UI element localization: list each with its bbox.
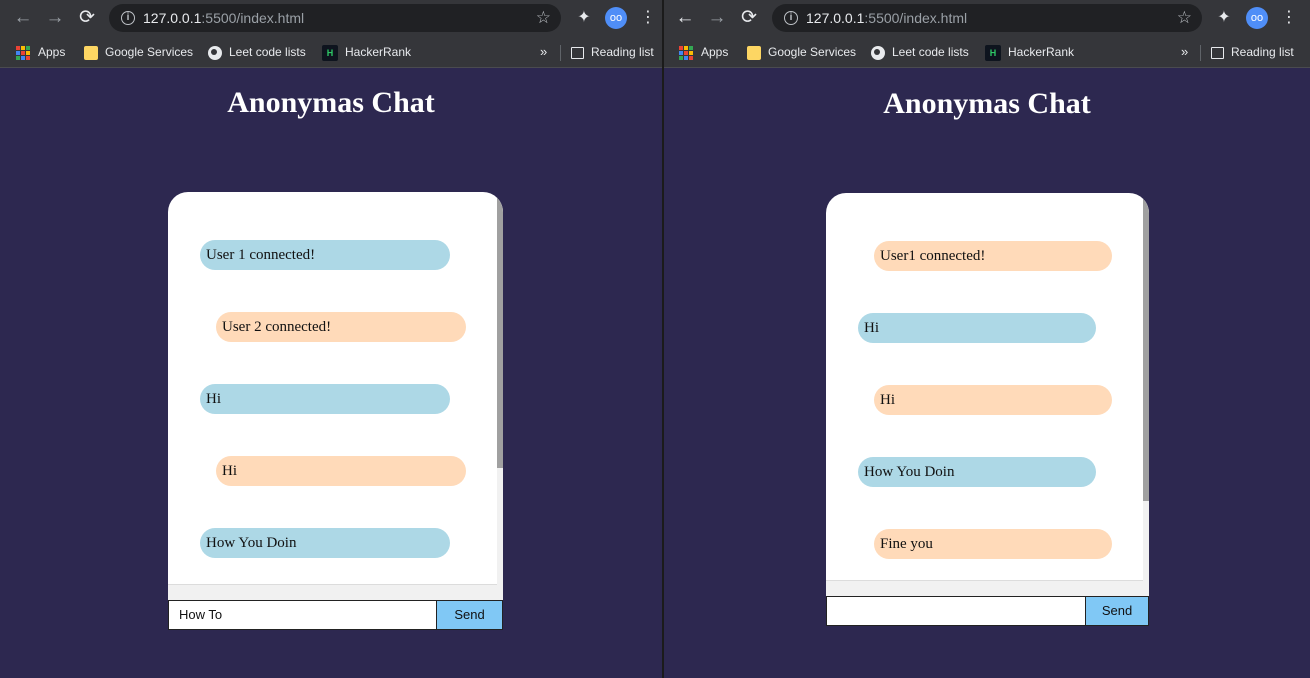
forward-icon[interactable]: → <box>706 7 728 29</box>
bookmark-star-icon[interactable]: ☆ <box>1177 4 1192 32</box>
bookmark-apps-label: Apps <box>38 45 66 59</box>
bookmark-google-services-label: Google Services <box>768 45 857 59</box>
folder-icon <box>84 45 98 60</box>
browser-toolbar: ← → ⟳ i 127.0.0.1:5500/index.html ☆ ✦ oo… <box>0 0 662 36</box>
apps-grid-icon <box>679 45 693 60</box>
browser-toolbar: ← → ⟳ i 127.0.0.1:5500/index.html ☆ ✦ oo… <box>664 0 1310 36</box>
chat-message: Fine you <box>874 529 1112 559</box>
menu-icon[interactable]: ⋮ <box>1277 6 1301 30</box>
extensions-icon[interactable]: ✦ <box>572 6 596 30</box>
bookmark-hackerrank[interactable]: H HackerRank <box>985 42 1074 62</box>
chat-message: How You Doin <box>200 528 450 558</box>
reading-list-icon <box>571 46 584 59</box>
browser-window-left: ← → ⟳ i 127.0.0.1:5500/index.html ☆ ✦ oo… <box>0 0 662 678</box>
apps-grid-icon <box>16 45 30 60</box>
message-input[interactable] <box>826 596 1086 626</box>
folder-icon <box>747 45 761 60</box>
message-input[interactable]: How To <box>168 600 437 630</box>
bookmark-hackerrank-label: HackerRank <box>345 45 412 59</box>
reading-list[interactable]: Reading list <box>571 42 654 62</box>
url-text: 127.0.0.1:5500/index.html <box>806 4 967 32</box>
url-host: 127.0.0.1 <box>143 10 202 26</box>
bookmark-leet-code-label: Leet code lists <box>892 45 969 59</box>
reload-icon[interactable]: ⟳ <box>738 7 760 29</box>
bookmark-apps-label: Apps <box>701 45 729 59</box>
chat-message: Hi <box>216 456 466 486</box>
bookmarks-overflow-icon[interactable]: » <box>540 42 547 62</box>
browser-window-right: ← → ⟳ i 127.0.0.1:5500/index.html ☆ ✦ oo… <box>664 0 1310 678</box>
chat-message: How You Doin <box>858 457 1096 487</box>
chat-message: User 2 connected! <box>216 312 466 342</box>
bookmark-google-services-label: Google Services <box>105 45 194 59</box>
forward-icon[interactable]: → <box>44 7 66 29</box>
address-bar[interactable]: i 127.0.0.1:5500/index.html ☆ <box>109 4 561 32</box>
back-icon[interactable]: ← <box>12 7 34 29</box>
extensions-icon[interactable]: ✦ <box>1212 6 1236 30</box>
reload-icon[interactable]: ⟳ <box>76 7 98 29</box>
back-icon[interactable]: ← <box>674 7 696 29</box>
horizontal-scrollbar[interactable] <box>168 584 497 601</box>
chat-message: Hi <box>200 384 450 414</box>
bookmarks-bar: Apps Google Services Leet code lists H Ha… <box>0 36 662 68</box>
url-text: 127.0.0.1:5500/index.html <box>143 4 304 32</box>
globe-icon <box>208 45 222 60</box>
chat-window[interactable]: User 1 connected! User 2 connected! Hi H… <box>168 192 503 601</box>
bookmark-hackerrank[interactable]: H HackerRank <box>322 42 411 62</box>
bookmark-apps[interactable]: Apps <box>16 42 65 62</box>
page-title: Anonymas Chat <box>227 86 435 119</box>
hackerrank-icon: H <box>322 44 338 61</box>
bookmark-leet-code[interactable]: Leet code lists <box>871 42 969 62</box>
chat-message: User1 connected! <box>874 241 1112 271</box>
chat-message: Hi <box>858 313 1096 343</box>
scrollbar-thumb[interactable] <box>497 192 503 468</box>
url-host: 127.0.0.1 <box>806 10 865 26</box>
bookmark-google-services[interactable]: Google Services <box>747 42 856 62</box>
bookmarks-separator <box>1200 45 1201 61</box>
bookmarks-overflow-icon[interactable]: » <box>1181 42 1188 62</box>
profile-avatar[interactable]: oo <box>605 7 627 29</box>
url-path: :5500/index.html <box>201 10 305 26</box>
address-bar[interactable]: i 127.0.0.1:5500/index.html ☆ <box>772 4 1202 32</box>
bookmark-google-services[interactable]: Google Services <box>84 42 193 62</box>
bookmarks-separator <box>560 45 561 61</box>
hackerrank-icon: H <box>985 44 1001 61</box>
horizontal-scrollbar[interactable] <box>826 580 1143 597</box>
scrollbar-thumb[interactable] <box>1143 193 1149 501</box>
reading-list-label: Reading list <box>591 45 654 59</box>
send-button[interactable]: Send <box>1085 596 1149 626</box>
bookmarks-bar: Apps Google Services Leet code lists H Ha… <box>664 36 1310 68</box>
globe-icon <box>871 45 885 60</box>
reading-list-icon <box>1211 46 1224 59</box>
bookmark-star-icon[interactable]: ☆ <box>536 4 551 32</box>
chat-window[interactable]: User1 connected! Hi Hi How You Doin Fine… <box>826 193 1149 597</box>
send-button[interactable]: Send <box>436 600 503 630</box>
reading-list-label: Reading list <box>1231 45 1294 59</box>
reading-list[interactable]: Reading list <box>1211 42 1294 62</box>
info-icon[interactable]: i <box>784 11 798 25</box>
bookmark-leet-code[interactable]: Leet code lists <box>208 42 306 62</box>
menu-icon[interactable]: ⋮ <box>636 6 660 30</box>
bookmark-leet-code-label: Leet code lists <box>229 45 306 59</box>
profile-avatar[interactable]: oo <box>1246 7 1268 29</box>
chat-message: User 1 connected! <box>200 240 450 270</box>
info-icon[interactable]: i <box>121 11 135 25</box>
chat-message: Hi <box>874 385 1112 415</box>
bookmark-hackerrank-label: HackerRank <box>1008 45 1075 59</box>
url-path: :5500/index.html <box>864 10 968 26</box>
bookmark-apps[interactable]: Apps <box>679 42 728 62</box>
page-title: Anonymas Chat <box>883 87 1091 120</box>
